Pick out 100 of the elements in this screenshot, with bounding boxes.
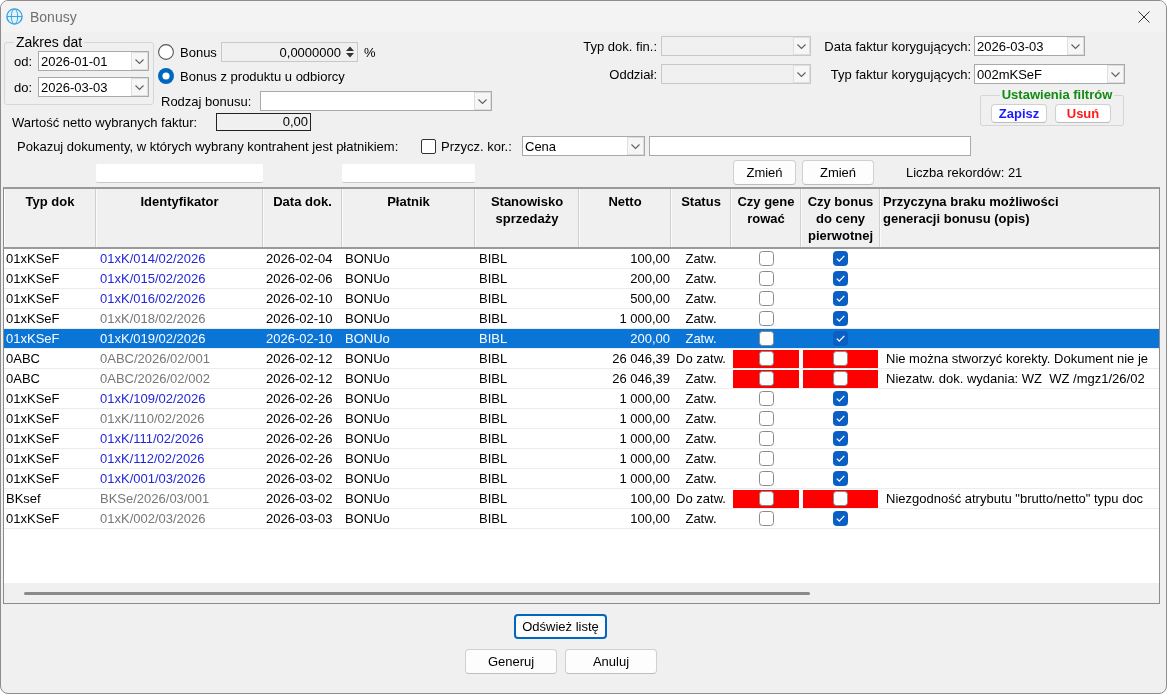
reason-text-field[interactable] <box>649 136 971 156</box>
table-cell-text: 01xKSeF <box>5 430 61 447</box>
column-header[interactable]: Data dok. <box>263 189 342 247</box>
checkbox[interactable] <box>833 311 848 326</box>
checkbox[interactable] <box>758 351 774 366</box>
scrollbar-thumb[interactable] <box>24 591 810 595</box>
change-button[interactable]: Zmień <box>802 160 874 185</box>
checkbox[interactable] <box>421 138 436 154</box>
column-header[interactable]: Przyczyna braku możliwości generacji bonusu (opis) <box>880 189 1159 247</box>
chevron-down-icon[interactable] <box>1107 65 1124 83</box>
table-cell-text: Niezgodność atrybutu "brutto/netto" typu doc <box>885 490 1145 507</box>
table-row[interactable]: 01xKSeF 01xK/112/02/2026 2026-02-26 BONUo BIBL 1 000,00 Zatw. <box>4 449 1159 469</box>
chevron-down-icon[interactable] <box>131 78 148 96</box>
table-cell-text: 01xKSeF <box>5 470 61 487</box>
chevron-down-icon[interactable] <box>1067 37 1084 55</box>
table-row[interactable]: 01xKSeF 01xK/016/02/2026 2026-02-10 BONUo BIBL 500,00 Zatw. <box>4 289 1159 309</box>
radio-button[interactable] <box>158 68 174 84</box>
radio-label[interactable]: Bonus <box>180 44 217 60</box>
checkbox[interactable] <box>833 351 848 366</box>
checkbox[interactable] <box>833 491 848 506</box>
table-row[interactable]: 01xKSeF 01xK/015/02/2026 2026-02-06 BONUo BIBL 200,00 Zatw. <box>4 269 1159 289</box>
checkbox[interactable] <box>758 391 774 406</box>
checkbox[interactable] <box>758 371 774 386</box>
column-header[interactable]: Stanowisko sprzedaży <box>475 189 579 247</box>
column-header[interactable]: Typ dok <box>4 189 96 247</box>
checkbox-label[interactable]: Pokazuj dokumenty, w których wybrany kontrahent jest płatnikiem: <box>17 138 399 154</box>
date-dropdown[interactable]: 2026-01-01 <box>38 51 149 71</box>
checkbox[interactable] <box>833 511 848 526</box>
table-cell-text: 2026-02-26 <box>265 450 334 467</box>
checkbox[interactable] <box>758 271 774 286</box>
checkbox[interactable] <box>758 411 774 426</box>
column-header[interactable]: Czy gene rować <box>731 189 801 247</box>
table-row[interactable]: 0ABC 0ABC/2026/02/001 2026-02-12 BONUo BIBL 26 046,39 Do zatw. Nie można stworzyć korekty. Dokument nie je <box>4 349 1159 369</box>
table-row[interactable]: 01xKSeF 01xK/001/03/2026 2026-03-02 BONUo BIBL 1 000,00 Zatw. <box>4 469 1159 489</box>
column-header[interactable]: Płatnik <box>342 189 475 247</box>
table-cell-text: 2026-02-10 <box>265 290 334 307</box>
column-header[interactable]: Status <box>671 189 731 247</box>
chevron-down-icon[interactable] <box>627 137 644 155</box>
table-cell-text: 2026-02-10 <box>265 310 334 327</box>
checkbox[interactable] <box>833 271 848 286</box>
checkbox[interactable] <box>833 431 848 446</box>
table-cell-text: 1 000,00 <box>618 410 671 427</box>
refresh-button[interactable]: Odśwież listę <box>514 614 607 639</box>
invoice-type-dropdown[interactable]: 002mKSeF <box>974 64 1125 84</box>
checkbox[interactable] <box>758 451 774 466</box>
table-cell-text: 100,00 <box>629 490 671 507</box>
net-value-field[interactable]: 0,00 <box>216 113 311 131</box>
checkbox[interactable] <box>758 311 774 326</box>
table-row[interactable]: 01xKSeF 01xK/109/02/2026 2026-02-26 BONUo BIBL 1 000,00 Zatw. <box>4 389 1159 409</box>
chevron-down-icon[interactable] <box>474 92 491 110</box>
radio-label[interactable]: Bonus z produktu u odbiorcy <box>180 68 345 84</box>
checkbox[interactable] <box>758 491 774 506</box>
radio-button[interactable] <box>158 44 174 60</box>
table-cell-text: 2026-02-04 <box>265 250 334 267</box>
date-dropdown[interactable]: 2026-03-03 <box>974 36 1085 56</box>
field-label: do: <box>14 79 33 95</box>
table-row[interactable]: 01xKSeF 01xK/014/02/2026 2026-02-04 BONUo BIBL 100,00 Zatw. <box>4 249 1159 269</box>
table-cell-text: 01xK/016/02/2026 <box>99 290 207 307</box>
table-cell-text: Zatw. <box>684 250 718 267</box>
table-cell-text: 2026-02-06 <box>265 270 334 287</box>
checkbox[interactable] <box>758 471 774 486</box>
table-row[interactable]: BKsef BKSe/2026/03/001 2026-03-02 BONUo BIBL 100,00 Do zatw. Niezgodność atrybutu "brutto/netto" typu doc <box>4 489 1159 509</box>
close-icon[interactable] <box>1138 10 1150 23</box>
table-row[interactable]: 01xKSeF 01xK/002/03/2026 2026-03-03 BONUo BIBL 100,00 Zatw. <box>4 509 1159 529</box>
checkbox[interactable] <box>758 331 774 346</box>
reason-dropdown[interactable]: Cena <box>522 136 645 156</box>
table-cell-text: BONUo <box>344 310 391 327</box>
table-row[interactable]: 01xKSeF 01xK/110/02/2026 2026-02-26 BONUo BIBL 1 000,00 Zatw. <box>4 409 1159 429</box>
checkbox[interactable] <box>833 471 848 486</box>
checkbox[interactable] <box>833 291 848 306</box>
table-cell-text: BIBL <box>478 410 509 427</box>
checkbox[interactable] <box>833 391 848 406</box>
checkbox[interactable] <box>833 251 848 266</box>
checkbox[interactable] <box>758 431 774 446</box>
table-cell-text: 200,00 <box>629 270 671 287</box>
checkbox[interactable] <box>833 411 848 426</box>
chevron-down-icon[interactable] <box>131 52 148 70</box>
checkbox[interactable] <box>833 451 848 466</box>
checkbox[interactable] <box>758 291 774 306</box>
filter-field[interactable] <box>96 164 263 183</box>
table-row[interactable]: 01xKSeF 01xK/111/02/2026 2026-02-26 BONUo BIBL 1 000,00 Zatw. <box>4 429 1159 449</box>
checkbox[interactable] <box>758 251 774 266</box>
generate-button[interactable]: Generuj <box>465 649 557 674</box>
change-button[interactable]: Zmień <box>733 160 796 185</box>
filter-field[interactable] <box>342 164 475 183</box>
cancel-button[interactable]: Anuluj <box>565 649 657 674</box>
table-row[interactable]: 01xKSeF 01xK/019/02/2026 2026-02-10 BONUo BIBL 200,00 Zatw. <box>4 329 1159 349</box>
table-cell-text: BONUo <box>344 290 391 307</box>
delete-button[interactable]: Usuń <box>1055 104 1111 123</box>
save-button[interactable]: Zapisz <box>991 104 1047 123</box>
table-cell-text: 1 000,00 <box>618 430 671 447</box>
checkbox[interactable] <box>833 371 848 386</box>
column-header[interactable]: Identyfikator <box>96 189 263 247</box>
table-row[interactable]: 0ABC 0ABC/2026/02/002 2026-02-12 BONUo BIBL 26 046,39 Zatw. Niezatw. dok. wydania: WZ WZ /mgz1/26/02 <box>4 369 1159 389</box>
checkbox[interactable] <box>833 331 848 346</box>
date-dropdown[interactable]: 2026-03-03 <box>38 77 149 97</box>
checkbox[interactable] <box>758 511 774 526</box>
column-header[interactable]: Netto <box>579 189 671 247</box>
column-header[interactable]: Czy bonus do ceny pierwotnej <box>801 189 880 247</box>
table-cell-text: 01xK/112/02/2026 <box>99 450 206 467</box>
